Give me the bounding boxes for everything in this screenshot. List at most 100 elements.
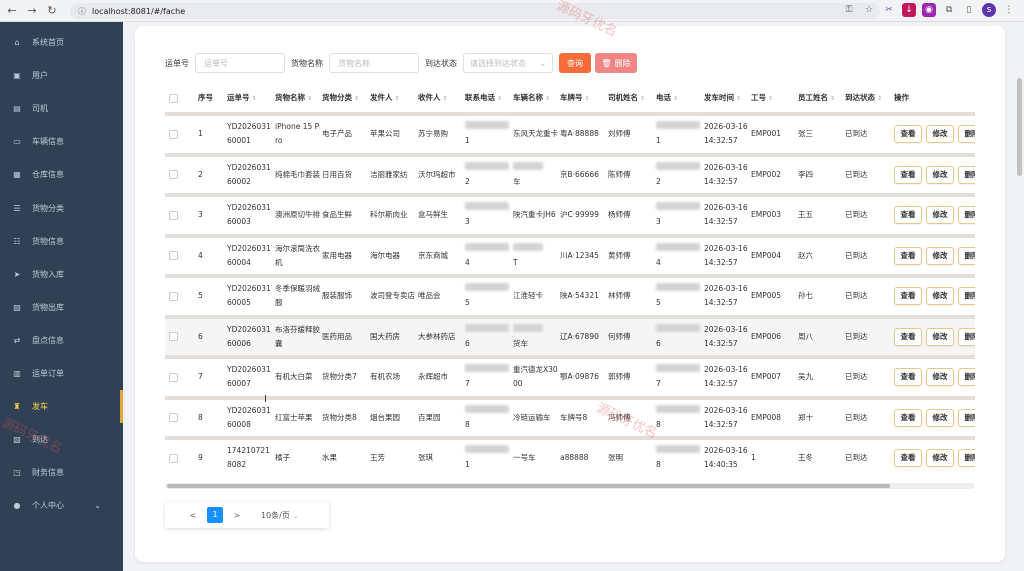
row-checkbox[interactable]	[169, 238, 183, 274]
sidebar-item-4[interactable]: ▭ 车辆信息	[0, 125, 123, 158]
column-header[interactable]: 员工姓名 ⇕	[798, 86, 835, 110]
edit-button[interactable]: 修改	[926, 246, 954, 265]
row-checkbox[interactable]	[169, 319, 183, 355]
sidepanel-icon[interactable]: ▯	[962, 3, 976, 17]
next-page-button[interactable]: >	[229, 511, 245, 520]
view-button[interactable]: 查看	[894, 408, 922, 427]
sidebar-item-15[interactable]: ● 个人中心 ⌄	[0, 489, 123, 522]
row-checkbox[interactable]	[169, 359, 183, 395]
column-header[interactable]: 运单号 ⇕	[227, 86, 257, 110]
address-bar[interactable]: ⓘ localhost:8081/#/fache	[70, 3, 880, 19]
row-checkbox[interactable]	[169, 278, 183, 314]
table-row[interactable]: 7 YD202603160007 有机大白菜 货物分类7 有机农场 永辉超市 7 重汽德龙X3…	[165, 355, 975, 396]
edit-button[interactable]: 修改	[926, 165, 954, 184]
sort-icon[interactable]: ⇕	[252, 95, 257, 102]
delete-button[interactable]: 🗑 删除	[595, 53, 637, 73]
column-header[interactable]: 到达状态 ⇕	[845, 86, 882, 110]
column-header[interactable]: 发车时间 ⇕	[704, 86, 741, 110]
column-header[interactable]: 车牌号 ⇕	[560, 86, 590, 110]
table-row[interactable]: 2 YD202603160002 纯棉毛巾套装 日用百货 洁丽雅家纺 沃尔玛超市 2 车京B·…	[165, 152, 975, 193]
edit-button[interactable]: 修改	[926, 408, 954, 427]
table-row[interactable]: 9 1742107218082 橘子 水果 王芳 张琪 1 一号车 a88888 张明 8 2026-…	[165, 436, 975, 477]
sidebar-item-10[interactable]: ⇄ 盘点信息	[0, 324, 123, 357]
table-row[interactable]: 3 YD202603160003 澳洲原切牛排 食品生鲜 科尔斯肉业 盒马鲜生 3 陕汽重卡J…	[165, 193, 975, 234]
prev-page-button[interactable]: <	[185, 511, 201, 520]
table-row[interactable]: 6 YD202603160006 布洛芬缓释胶囊 医药用品 国大药房 大参林药店 6 货车 辽A…	[165, 314, 975, 355]
sidebar-item-9[interactable]: ▧ 货物出库	[0, 291, 123, 324]
edit-button[interactable]: 修改	[926, 449, 954, 467]
row-checkbox[interactable]	[169, 400, 183, 436]
sort-icon[interactable]: ⇕	[768, 95, 773, 102]
sort-icon[interactable]: ⇕	[736, 95, 741, 102]
ext-purple-icon[interactable]: ◉	[922, 3, 936, 17]
sort-icon[interactable]: ⇕	[443, 95, 448, 102]
delete-button[interactable]: 删除	[958, 449, 975, 467]
query-button[interactable]: 查询	[559, 53, 591, 73]
column-header[interactable]: 发件人 ⇕	[370, 86, 400, 110]
page-1-button[interactable]: 1	[207, 507, 223, 523]
delete-button[interactable]: 删除	[958, 287, 975, 305]
column-header[interactable]: 车辆名称 ⇕	[513, 86, 550, 110]
column-header[interactable]: 货物名称 ⇕	[275, 86, 312, 110]
back-icon[interactable]: ←	[4, 3, 20, 19]
star-icon[interactable]: ☆	[862, 3, 876, 17]
select-all-checkbox[interactable]	[169, 86, 178, 110]
table-row[interactable]: 5 YD202603160005 冬季保暖羽绒服 服装服饰 波司登专卖店 唯品会 5 江淮轻卡…	[165, 274, 975, 315]
sort-icon[interactable]: ⇕	[673, 95, 678, 102]
forward-icon[interactable]: →	[24, 3, 40, 19]
waybill-input[interactable]: 运单号	[195, 53, 285, 73]
status-select[interactable]: 请选择到达状态 ⌄	[463, 53, 553, 73]
vertical-scrollbar[interactable]	[1014, 22, 1024, 571]
delete-button[interactable]: 删除	[958, 408, 975, 427]
edit-button[interactable]: 修改	[926, 327, 954, 346]
sidebar-item-11[interactable]: ▥ 运单订单	[0, 357, 123, 390]
page-size-select[interactable]: 10条/页 ⌄	[261, 510, 299, 521]
table-row[interactable]: 8 YD202603160008 红富士苹果 货物分类8 烟台果园 百果园 8 冷链运输车 车牌…	[165, 395, 975, 436]
row-checkbox[interactable]	[169, 116, 183, 152]
view-button[interactable]: 查看	[894, 165, 922, 184]
column-header[interactable]: 电话 ⇕	[656, 86, 678, 110]
sidebar-item-1[interactable]: ⌂ 系统首页	[0, 26, 123, 59]
column-header[interactable]: 货物分类 ⇕	[322, 86, 359, 110]
row-checkbox[interactable]	[169, 197, 183, 233]
sort-icon[interactable]: ⇕	[640, 95, 645, 102]
row-checkbox[interactable]	[169, 157, 183, 193]
column-header[interactable]: 司机姓名 ⇕	[608, 86, 645, 110]
puzzle-icon[interactable]: ⧉	[942, 3, 956, 17]
sidebar-item-8[interactable]: ➤ 货物入库	[0, 258, 123, 291]
sidebar-item-5[interactable]: ▦ 仓库信息	[0, 158, 123, 191]
site-info-icon[interactable]: ⓘ	[78, 6, 86, 17]
delete-button[interactable]: 删除	[958, 125, 975, 143]
sort-icon[interactable]: ⇕	[307, 95, 312, 102]
view-button[interactable]: 查看	[894, 246, 922, 265]
delete-button[interactable]: 删除	[958, 327, 975, 346]
sidebar-item-7[interactable]: ☷ 货物信息	[0, 225, 123, 258]
horizontal-scrollbar[interactable]	[165, 483, 975, 489]
sort-icon[interactable]: ⇕	[395, 95, 400, 102]
edit-button[interactable]: 修改	[926, 206, 954, 224]
view-button[interactable]: 查看	[894, 327, 922, 346]
reload-icon[interactable]: ↻	[44, 3, 60, 19]
row-checkbox[interactable]	[169, 440, 183, 476]
table-row[interactable]: 1 YD202603160001 iPhone 15 Pro 电子产品 苹果公司 苏宁易购…	[165, 112, 975, 153]
sort-icon[interactable]: ⇕	[585, 95, 590, 102]
sort-icon[interactable]: ⇕	[877, 95, 882, 102]
view-button[interactable]: 查看	[894, 125, 922, 143]
delete-button[interactable]: 删除	[958, 368, 975, 386]
column-header[interactable]: 工号 ⇕	[751, 86, 773, 110]
sidebar-item-6[interactable]: ☰ 货物分类	[0, 191, 123, 224]
sort-icon[interactable]: ⇕	[545, 95, 550, 102]
delete-button[interactable]: 删除	[958, 206, 975, 224]
column-header[interactable]: 收件人 ⇕	[418, 86, 448, 110]
delete-button[interactable]: 删除	[958, 165, 975, 184]
table-row[interactable]: 4 YD202603160004 海尔滚筒洗衣机 家用电器 海尔电器 京东商城 4 T 川A·1…	[165, 233, 975, 274]
profile-avatar[interactable]: s	[982, 3, 996, 17]
edit-button[interactable]: 修改	[926, 125, 954, 143]
edit-button[interactable]: 修改	[926, 368, 954, 386]
delete-button[interactable]: 删除	[958, 246, 975, 265]
download-ext-icon[interactable]: ↓	[902, 3, 916, 17]
view-button[interactable]: 查看	[894, 287, 922, 305]
scissors-icon[interactable]: ✂	[882, 3, 896, 17]
goods-input[interactable]: 货物名称	[329, 53, 419, 73]
view-button[interactable]: 查看	[894, 206, 922, 224]
